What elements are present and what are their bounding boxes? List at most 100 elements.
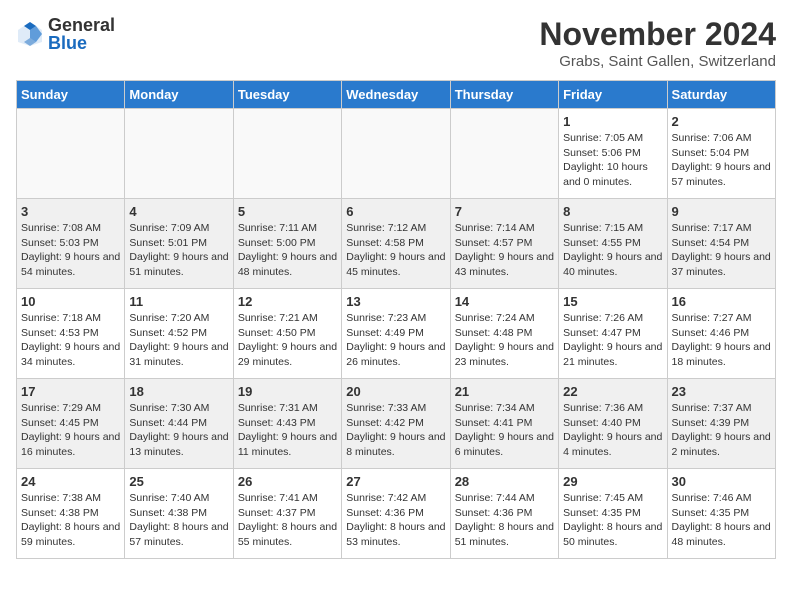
calendar-cell: 20 Sunrise: 7:33 AM Sunset: 4:42 PM Dayli… [342,379,450,469]
day-number: 23 [672,384,771,399]
day-info: Sunrise: 7:36 AM Sunset: 4:40 PM Dayligh… [563,401,662,460]
calendar-cell: 4 Sunrise: 7:09 AM Sunset: 5:01 PM Daylig… [125,199,233,289]
calendar-cell: 29 Sunrise: 7:45 AM Sunset: 4:35 PM Dayli… [559,469,667,559]
calendar-cell: 12 Sunrise: 7:21 AM Sunset: 4:50 PM Dayli… [233,289,341,379]
day-number: 15 [563,294,662,309]
calendar-row: 1 Sunrise: 7:05 AM Sunset: 5:06 PM Daylig… [17,109,776,199]
calendar-cell: 7 Sunrise: 7:14 AM Sunset: 4:57 PM Daylig… [450,199,558,289]
month-title: November 2024 [539,16,776,53]
day-info: Sunrise: 7:08 AM Sunset: 5:03 PM Dayligh… [21,221,120,280]
day-info: Sunrise: 7:05 AM Sunset: 5:06 PM Dayligh… [563,131,662,190]
weekday-header: Friday [559,81,667,109]
day-info: Sunrise: 7:29 AM Sunset: 4:45 PM Dayligh… [21,401,120,460]
calendar-cell: 16 Sunrise: 7:27 AM Sunset: 4:46 PM Dayli… [667,289,775,379]
weekday-header: Wednesday [342,81,450,109]
header: General Blue November 2024 Grabs, Saint … [16,16,776,70]
day-info: Sunrise: 7:26 AM Sunset: 4:47 PM Dayligh… [563,311,662,370]
calendar-cell: 3 Sunrise: 7:08 AM Sunset: 5:03 PM Daylig… [17,199,125,289]
day-info: Sunrise: 7:40 AM Sunset: 4:38 PM Dayligh… [129,491,228,550]
day-info: Sunrise: 7:46 AM Sunset: 4:35 PM Dayligh… [672,491,771,550]
calendar-cell [450,109,558,199]
day-info: Sunrise: 7:12 AM Sunset: 4:58 PM Dayligh… [346,221,445,280]
day-info: Sunrise: 7:06 AM Sunset: 5:04 PM Dayligh… [672,131,771,190]
calendar-cell: 8 Sunrise: 7:15 AM Sunset: 4:55 PM Daylig… [559,199,667,289]
location-title: Grabs, Saint Gallen, Switzerland [539,53,776,70]
day-number: 10 [21,294,120,309]
day-info: Sunrise: 7:45 AM Sunset: 4:35 PM Dayligh… [563,491,662,550]
day-number: 21 [455,384,554,399]
logo-icon [16,20,44,48]
calendar-cell: 17 Sunrise: 7:29 AM Sunset: 4:45 PM Dayli… [17,379,125,469]
day-number: 11 [129,294,228,309]
day-info: Sunrise: 7:17 AM Sunset: 4:54 PM Dayligh… [672,221,771,280]
calendar-cell: 14 Sunrise: 7:24 AM Sunset: 4:48 PM Dayli… [450,289,558,379]
day-number: 17 [21,384,120,399]
day-number: 12 [238,294,337,309]
calendar-cell: 2Sunrise: 7:06 AM Sunset: 5:04 PM Daylig… [667,109,775,199]
weekday-header-row: SundayMondayTuesdayWednesdayThursdayFrid… [17,81,776,109]
day-info: Sunrise: 7:38 AM Sunset: 4:38 PM Dayligh… [21,491,120,550]
calendar-cell [17,109,125,199]
calendar-cell: 10Sunrise: 7:18 AM Sunset: 4:53 PM Dayli… [17,289,125,379]
day-number: 24 [21,474,120,489]
day-info: Sunrise: 7:30 AM Sunset: 4:44 PM Dayligh… [129,401,228,460]
day-number: 4 [129,204,228,219]
day-info: Sunrise: 7:34 AM Sunset: 4:41 PM Dayligh… [455,401,554,460]
calendar-cell [342,109,450,199]
calendar-cell: 21 Sunrise: 7:34 AM Sunset: 4:41 PM Dayli… [450,379,558,469]
calendar-cell: 23 Sunrise: 7:37 AM Sunset: 4:39 PM Dayli… [667,379,775,469]
calendar-cell: 15 Sunrise: 7:26 AM Sunset: 4:47 PM Dayli… [559,289,667,379]
day-number: 6 [346,204,445,219]
day-info: Sunrise: 7:27 AM Sunset: 4:46 PM Dayligh… [672,311,771,370]
day-number: 26 [238,474,337,489]
calendar-cell: 5Sunrise: 7:11 AM Sunset: 5:00 PM Daylig… [233,199,341,289]
day-number: 30 [672,474,771,489]
weekday-header: Sunday [17,81,125,109]
day-number: 13 [346,294,445,309]
day-info: Sunrise: 7:33 AM Sunset: 4:42 PM Dayligh… [346,401,445,460]
day-info: Sunrise: 7:42 AM Sunset: 4:36 PM Dayligh… [346,491,445,550]
day-info: Sunrise: 7:09 AM Sunset: 5:01 PM Dayligh… [129,221,228,280]
day-number: 29 [563,474,662,489]
day-info: Sunrise: 7:44 AM Sunset: 4:36 PM Dayligh… [455,491,554,550]
calendar-cell: 9 Sunrise: 7:17 AM Sunset: 4:54 PM Daylig… [667,199,775,289]
day-info: Sunrise: 7:14 AM Sunset: 4:57 PM Dayligh… [455,221,554,280]
day-number: 3 [21,204,120,219]
weekday-header: Thursday [450,81,558,109]
day-info: Sunrise: 7:31 AM Sunset: 4:43 PM Dayligh… [238,401,337,460]
day-info: Sunrise: 7:20 AM Sunset: 4:52 PM Dayligh… [129,311,228,370]
day-number: 19 [238,384,337,399]
day-info: Sunrise: 7:37 AM Sunset: 4:39 PM Dayligh… [672,401,771,460]
day-info: Sunrise: 7:24 AM Sunset: 4:48 PM Dayligh… [455,311,554,370]
calendar-table: SundayMondayTuesdayWednesdayThursdayFrid… [16,80,776,559]
calendar-row: 10Sunrise: 7:18 AM Sunset: 4:53 PM Dayli… [17,289,776,379]
day-number: 20 [346,384,445,399]
calendar-cell: 6 Sunrise: 7:12 AM Sunset: 4:58 PM Daylig… [342,199,450,289]
day-number: 16 [672,294,771,309]
day-number: 1 [563,114,662,129]
calendar-cell: 1 Sunrise: 7:05 AM Sunset: 5:06 PM Daylig… [559,109,667,199]
day-number: 8 [563,204,662,219]
weekday-header: Tuesday [233,81,341,109]
calendar-cell: 27Sunrise: 7:42 AM Sunset: 4:36 PM Dayli… [342,469,450,559]
calendar-cell: 19 Sunrise: 7:31 AM Sunset: 4:43 PM Dayli… [233,379,341,469]
calendar-cell: 28 Sunrise: 7:44 AM Sunset: 4:36 PM Dayli… [450,469,558,559]
day-info: Sunrise: 7:21 AM Sunset: 4:50 PM Dayligh… [238,311,337,370]
day-info: Sunrise: 7:15 AM Sunset: 4:55 PM Dayligh… [563,221,662,280]
day-number: 5 [238,204,337,219]
day-number: 9 [672,204,771,219]
calendar-row: 3 Sunrise: 7:08 AM Sunset: 5:03 PM Daylig… [17,199,776,289]
day-number: 25 [129,474,228,489]
calendar-row: 17 Sunrise: 7:29 AM Sunset: 4:45 PM Dayli… [17,379,776,469]
calendar-row: 24 Sunrise: 7:38 AM Sunset: 4:38 PM Dayli… [17,469,776,559]
weekday-header: Monday [125,81,233,109]
day-number: 7 [455,204,554,219]
logo: General Blue [16,16,115,52]
calendar-cell: 13 Sunrise: 7:23 AM Sunset: 4:49 PM Dayli… [342,289,450,379]
calendar-cell: 24 Sunrise: 7:38 AM Sunset: 4:38 PM Dayli… [17,469,125,559]
day-number: 28 [455,474,554,489]
calendar-cell: 18Sunrise: 7:30 AM Sunset: 4:44 PM Dayli… [125,379,233,469]
calendar-cell: 11 Sunrise: 7:20 AM Sunset: 4:52 PM Dayli… [125,289,233,379]
day-number: 14 [455,294,554,309]
day-info: Sunrise: 7:23 AM Sunset: 4:49 PM Dayligh… [346,311,445,370]
